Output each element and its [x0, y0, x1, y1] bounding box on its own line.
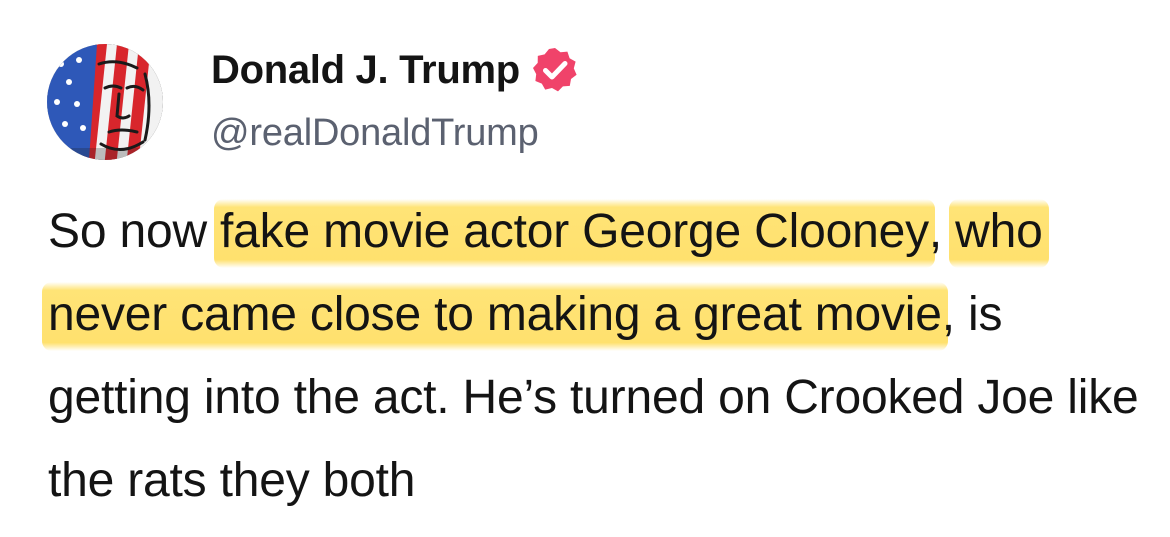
- text-segment: So now: [48, 205, 221, 258]
- post-card: Donald J. Trump @realDonaldTrump So now …: [0, 0, 1170, 537]
- name-row: Donald J. Trump: [211, 44, 580, 96]
- author-block: Donald J. Trump @realDonaldTrump: [211, 44, 580, 155]
- avatar[interactable]: [47, 44, 163, 160]
- verified-badge-icon: [530, 45, 580, 95]
- post-text: So now fake movie actor George Clooney, …: [42, 190, 1148, 522]
- user-handle[interactable]: @realDonaldTrump: [211, 112, 580, 155]
- display-name[interactable]: Donald J. Trump: [211, 48, 520, 93]
- highlighted-text-segment: fake movie actor George Clooney: [214, 199, 935, 268]
- flag-portrait-avatar-icon: [47, 44, 163, 160]
